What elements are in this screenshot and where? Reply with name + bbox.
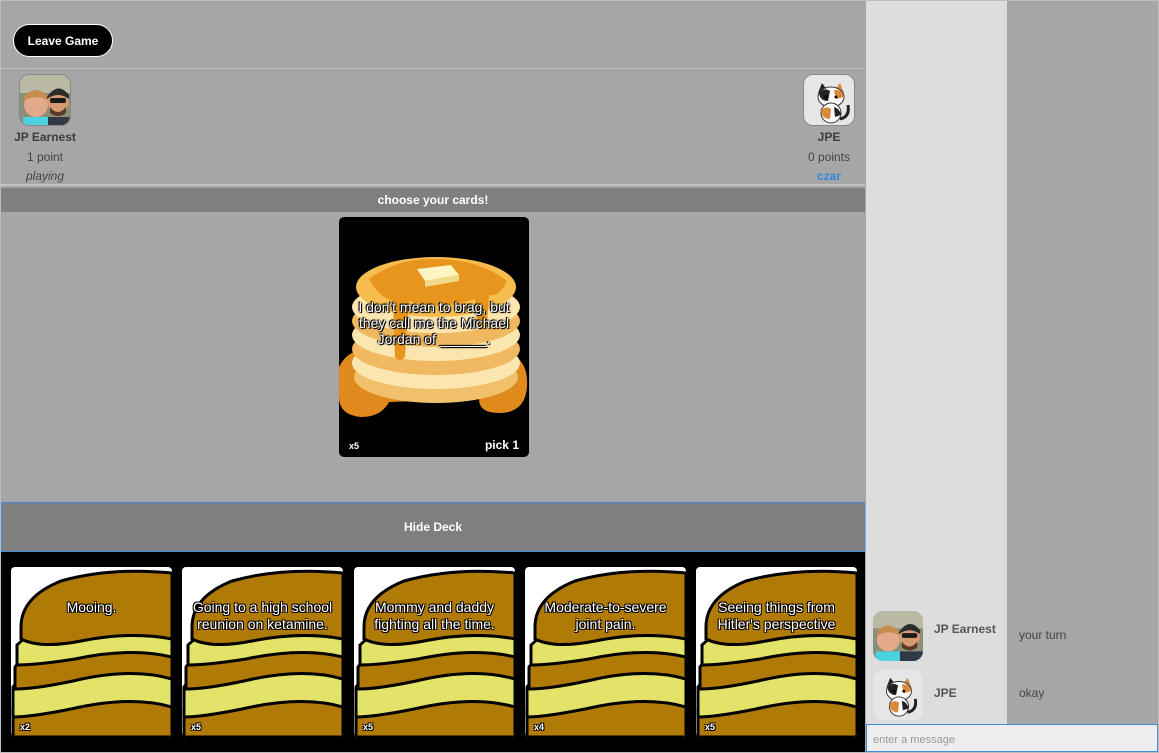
white-card-text: Mommy and daddy fighting all the time. bbox=[374, 599, 495, 632]
player-name: JP Earnest bbox=[14, 130, 76, 144]
game-toolbar: Leave Game bbox=[1, 1, 865, 69]
card-count: x5 bbox=[349, 441, 360, 451]
white-card-text: Mooing. bbox=[66, 599, 117, 615]
white-answer-card[interactable]: Mooing. x2 bbox=[11, 567, 172, 737]
scoreboard: JP Earnest 1 point playing JPE 0 points … bbox=[1, 70, 865, 186]
player-card: JPE 0 points czar bbox=[784, 74, 874, 183]
card-count: x4 bbox=[534, 722, 545, 732]
player-name: JPE bbox=[817, 130, 841, 144]
chat-message-input[interactable] bbox=[866, 724, 1158, 752]
chat-panel: JP Earnest your turn JPE okay bbox=[866, 1, 1158, 752]
player-status: playing bbox=[25, 169, 65, 183]
game-area: Leave Game JP Earnest 1 point playing JP… bbox=[1, 1, 865, 752]
white-card-text: Moderate-to-severe joint pain. bbox=[544, 599, 667, 632]
round-instruction: choose your cards! bbox=[1, 188, 865, 212]
card-count: x2 bbox=[20, 722, 31, 732]
white-answer-card[interactable]: Moderate-to-severe joint pain. x4 bbox=[525, 567, 686, 737]
card-count: x5 bbox=[705, 722, 716, 732]
selfie-photo-icon bbox=[873, 611, 923, 661]
chat-message-text: your turn bbox=[1019, 628, 1067, 642]
leave-game-button[interactable]: Leave Game bbox=[13, 24, 113, 57]
black-prompt-card: I don't mean to brag, but they call me t… bbox=[339, 217, 529, 457]
white-answer-card[interactable]: Seeing things from Hitler's perspective … bbox=[696, 567, 857, 737]
pancake-icon bbox=[182, 569, 343, 737]
black-card-text: I don't mean to brag, but they call me t… bbox=[358, 299, 510, 347]
calico-cat-icon bbox=[803, 74, 855, 126]
calico-cat-icon bbox=[873, 670, 923, 720]
hide-deck-button[interactable]: Hide Deck bbox=[1, 502, 865, 552]
chat-message: JP Earnest your turn bbox=[866, 607, 1158, 663]
hand-of-cards: Mooing. x2 Going to a high school reunio… bbox=[1, 552, 865, 752]
chat-sender-name: JPE bbox=[934, 686, 957, 700]
player-score: 0 points bbox=[807, 150, 851, 164]
white-answer-card[interactable]: Going to a high school reunion on ketami… bbox=[182, 567, 343, 737]
selfie-photo-icon bbox=[19, 74, 71, 126]
player-card: JP Earnest 1 point playing bbox=[0, 74, 90, 183]
white-answer-card[interactable]: Mommy and daddy fighting all the time. x… bbox=[354, 567, 515, 737]
card-count: x5 bbox=[363, 722, 374, 732]
chat-message-text: okay bbox=[1019, 686, 1045, 700]
chat-sender-name: JP Earnest bbox=[934, 622, 996, 636]
pancake-icon bbox=[11, 569, 172, 737]
chat-message: JPE okay bbox=[866, 666, 1158, 722]
player-score: 1 point bbox=[26, 150, 64, 164]
pancake-icon bbox=[696, 569, 857, 737]
play-area: I don't mean to brag, but they call me t… bbox=[1, 212, 865, 502]
pick-count: pick 1 bbox=[484, 438, 519, 452]
pancake-icon bbox=[354, 569, 515, 737]
card-count: x5 bbox=[191, 722, 202, 732]
pancake-icon bbox=[525, 569, 686, 737]
white-card-text: Going to a high school reunion on ketami… bbox=[192, 599, 333, 632]
white-card-text: Seeing things from Hitler's perspective bbox=[717, 599, 836, 632]
czar-badge: czar bbox=[816, 169, 842, 183]
